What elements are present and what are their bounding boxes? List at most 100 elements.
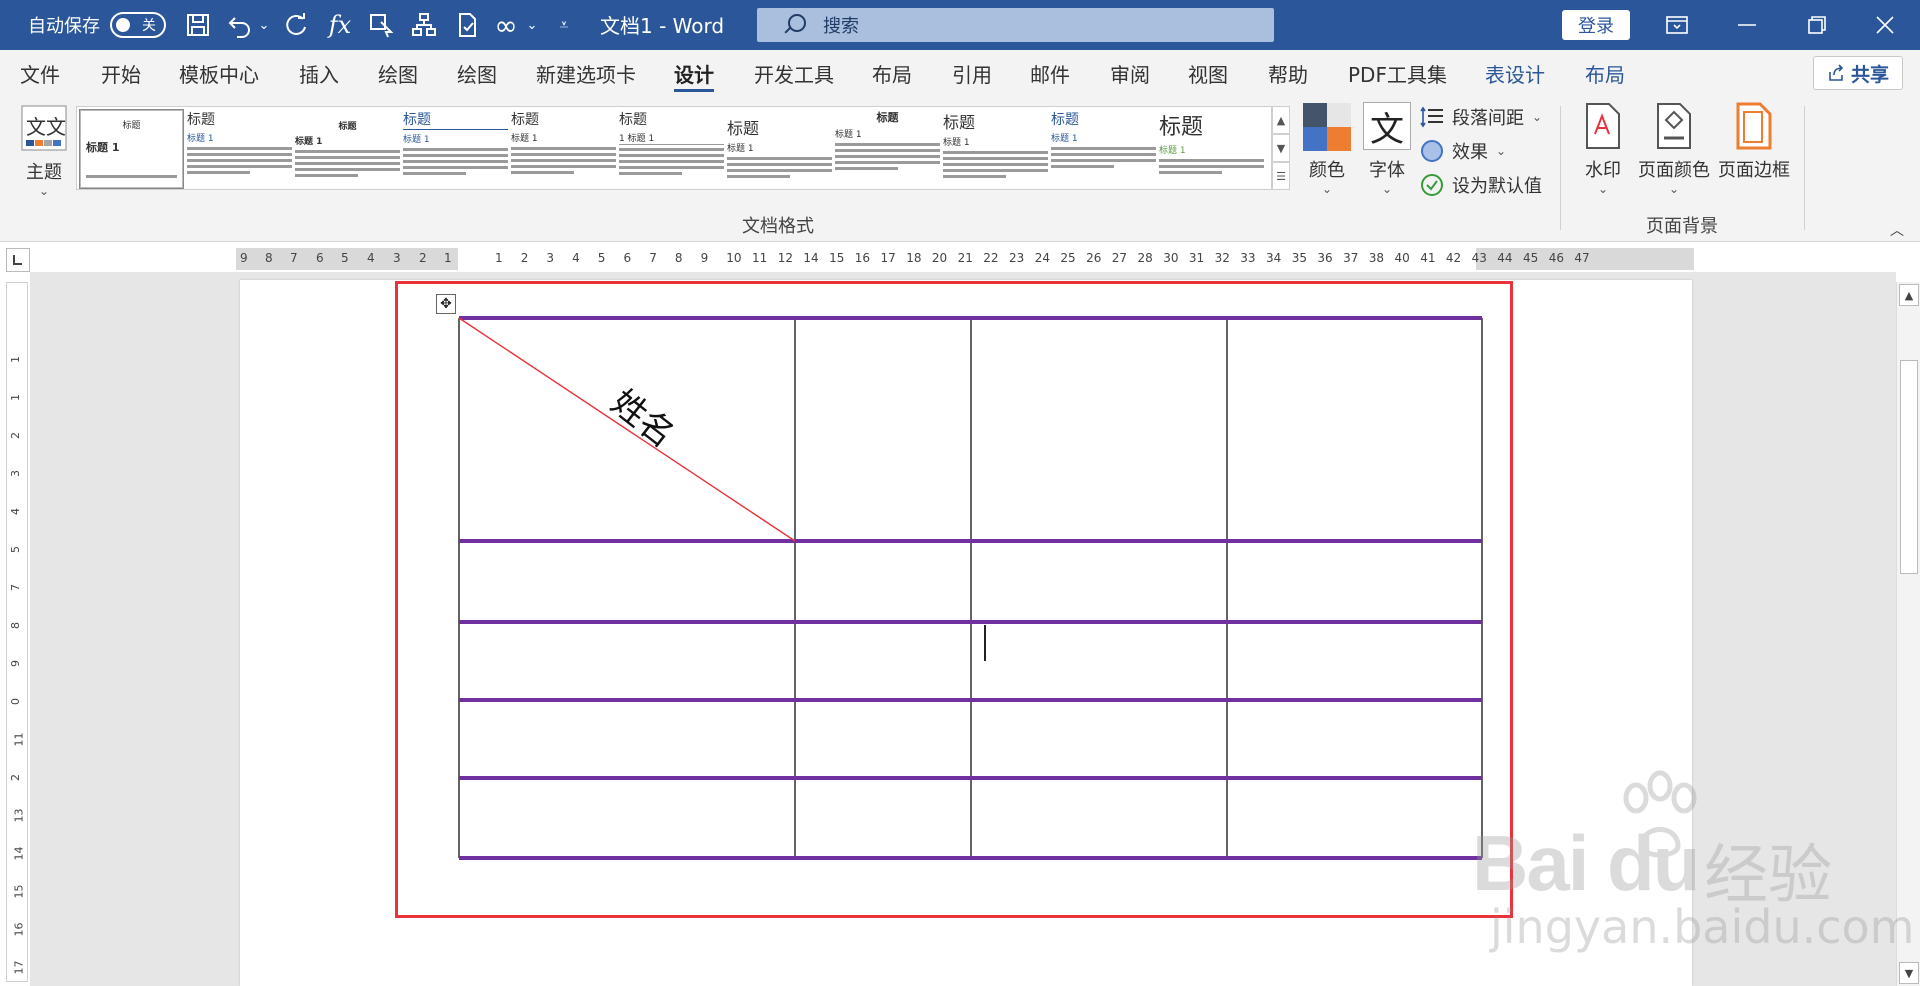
vertical-scrollbar[interactable]: ▲ ▼ [1896, 282, 1920, 986]
style-set-item[interactable]: 标题 标题 1 [295, 109, 400, 189]
tab-developer[interactable]: 开发工具 [754, 50, 834, 96]
ruler-tick-label: 1 [495, 251, 503, 265]
infinity-dropdown-chevron-icon[interactable]: ⌄ [524, 12, 540, 38]
undo-dropdown-chevron-icon[interactable]: ⌄ [256, 12, 272, 38]
login-button[interactable]: 登录 [1562, 10, 1630, 40]
page-color-icon [1657, 103, 1691, 149]
file-check-icon[interactable] [450, 8, 486, 42]
autosave-label: 自动保存 [28, 16, 100, 37]
group-separator [1804, 106, 1805, 230]
ruler-tick-label: 44 [1497, 251, 1513, 265]
redo-icon[interactable] [278, 8, 314, 42]
style-set-item[interactable]: 标题 标题 1 [727, 109, 832, 189]
infinity-icon[interactable]: ∞ [488, 8, 524, 42]
touch-mode-icon[interactable] [364, 8, 400, 42]
style-set-item[interactable]: 标题 标题 1 [403, 109, 508, 189]
style-set-heading: 标题 1 [1051, 134, 1078, 144]
ruler-tick-label: 22 [983, 251, 999, 265]
chevron-down-icon: ⌄ [1597, 182, 1609, 196]
chevron-down-icon: ⌄ [1496, 144, 1507, 158]
theme-button[interactable]: 文文 主题 ⌄ [14, 102, 74, 198]
set-as-default-label: 设为默认值 [1452, 176, 1542, 197]
paragraph-spacing-icon [1420, 106, 1443, 128]
ruler-tick-label: 2 [520, 251, 529, 265]
ruler-tick-label: 2 [419, 251, 427, 265]
style-set-item[interactable]: 标题 标题 1 [1051, 109, 1156, 189]
ruler-tick-label: 13 [12, 808, 26, 823]
collapse-ribbon-chevron-up-icon[interactable]: ︿ [1890, 220, 1904, 240]
formula-icon[interactable]: fx [322, 8, 358, 42]
page-color-button[interactable]: 页面颜色 ⌄ [1636, 102, 1712, 196]
tab-view[interactable]: 视图 [1188, 50, 1228, 96]
scroll-up-icon[interactable]: ▲ [1899, 284, 1919, 306]
style-set-heading: 标题 1 [943, 138, 970, 148]
vertical-ruler[interactable]: 1 1 2 3 4 5 7 8 9 0 11 2 13 14 15 16 17 [6, 282, 28, 982]
ribbon-tabs: 文件 开始 模板中心 插入 绘图 绘图 新建选项卡 设计 开发工具 布局 引用 … [0, 50, 1920, 96]
save-icon[interactable] [180, 8, 216, 42]
search-input[interactable]: 搜索 [757, 8, 1274, 42]
toggle-knob [116, 18, 130, 32]
tab-table-layout[interactable]: 布局 [1585, 50, 1625, 96]
tab-draw[interactable]: 绘图 [378, 50, 418, 96]
search-placeholder: 搜索 [823, 16, 859, 37]
tab-insert[interactable]: 插入 [299, 50, 339, 96]
gallery-scroll-up-icon[interactable]: ▲ [1272, 106, 1290, 134]
paragraph-spacing-button[interactable]: 段落间距 ⌄ [1420, 102, 1542, 132]
style-set-item[interactable]: 标题 1 标题 1 [619, 109, 724, 189]
tab-home[interactable]: 开始 [101, 50, 141, 96]
tab-references[interactable]: 引用 [952, 50, 992, 96]
highlight-box [395, 281, 1513, 918]
style-set-item[interactable]: 标题 标题 1 [1159, 109, 1264, 189]
table-move-handle-icon[interactable]: ✥ [436, 294, 456, 314]
hierarchy-icon[interactable] [406, 8, 442, 42]
colors-button[interactable]: 颜色 ⌄ [1300, 102, 1354, 196]
style-set-item[interactable]: 标题 标题 1 [79, 109, 184, 189]
gallery-scroll-down-icon[interactable]: ▼ [1272, 134, 1290, 162]
minimize-icon[interactable] [1712, 0, 1782, 50]
tab-pdf-tools[interactable]: PDF工具集 [1348, 50, 1447, 96]
page-border-button[interactable]: 页面边框 [1716, 102, 1792, 182]
style-set-title: 标题 [1051, 112, 1079, 128]
style-set-title: 标题 [122, 121, 141, 131]
style-set-item[interactable]: 标题 标题 1 [187, 109, 292, 189]
ribbon-display-options-icon[interactable] [1642, 0, 1712, 50]
close-icon[interactable] [1850, 0, 1920, 50]
title-bar: 自动保存 关 ⌄ fx ∞ ⌄ ⩡ 文档1 - Word 搜索 登录 [0, 0, 1920, 50]
restore-icon[interactable] [1782, 0, 1852, 50]
autosave-toggle[interactable]: 关 [110, 12, 166, 38]
style-set-item[interactable]: 标题 标题 1 [835, 109, 940, 189]
style-set-item[interactable]: 标题 标题 1 [943, 109, 1048, 189]
customize-toolbar-icon[interactable]: ⩡ [556, 12, 572, 38]
style-set-heading: 标题 1 [511, 134, 538, 144]
ruler-tick-label: 11 [752, 251, 768, 265]
tab-review[interactable]: 审阅 [1110, 50, 1150, 96]
watermark-button[interactable]: 水印 ⌄ [1576, 102, 1630, 196]
share-icon [1829, 64, 1844, 81]
gallery-more-icon[interactable]: ☰ [1272, 162, 1290, 190]
ruler-tick-label: 26 [1086, 251, 1102, 265]
ruler-tick-label: 11 [12, 732, 26, 747]
tab-selector[interactable] [6, 248, 30, 272]
scrollbar-thumb[interactable] [1900, 360, 1918, 574]
tab-layout[interactable]: 布局 [872, 50, 912, 96]
style-set-item[interactable]: 标题 标题 1 [511, 109, 616, 189]
share-button[interactable]: 共享 [1813, 56, 1903, 90]
effects-button[interactable]: 效果 ⌄ [1420, 136, 1506, 166]
autosave-state: 关 [142, 18, 156, 34]
scroll-down-icon[interactable]: ▼ [1899, 962, 1919, 984]
tab-mailings[interactable]: 邮件 [1030, 50, 1070, 96]
ruler-tick-label: 24 [1034, 251, 1050, 265]
tab-new-tab[interactable]: 新建选项卡 [536, 50, 636, 96]
tab-file[interactable]: 文件 [20, 50, 60, 96]
ruler-tick-label: 8 [265, 251, 273, 265]
tab-help[interactable]: 帮助 [1268, 50, 1308, 96]
fonts-glyph: 文 [1370, 109, 1404, 150]
tab-draw-2[interactable]: 绘图 [457, 50, 497, 96]
set-as-default-button[interactable]: 设为默认值 [1420, 170, 1542, 200]
undo-icon[interactable] [222, 8, 258, 42]
page-color-label: 页面颜色 [1638, 160, 1710, 181]
tab-table-design[interactable]: 表设计 [1485, 50, 1545, 96]
tab-design[interactable]: 设计 [674, 50, 714, 96]
tab-template-center[interactable]: 模板中心 [179, 50, 259, 96]
fonts-button[interactable]: 文 字体 ⌄ [1360, 102, 1414, 196]
